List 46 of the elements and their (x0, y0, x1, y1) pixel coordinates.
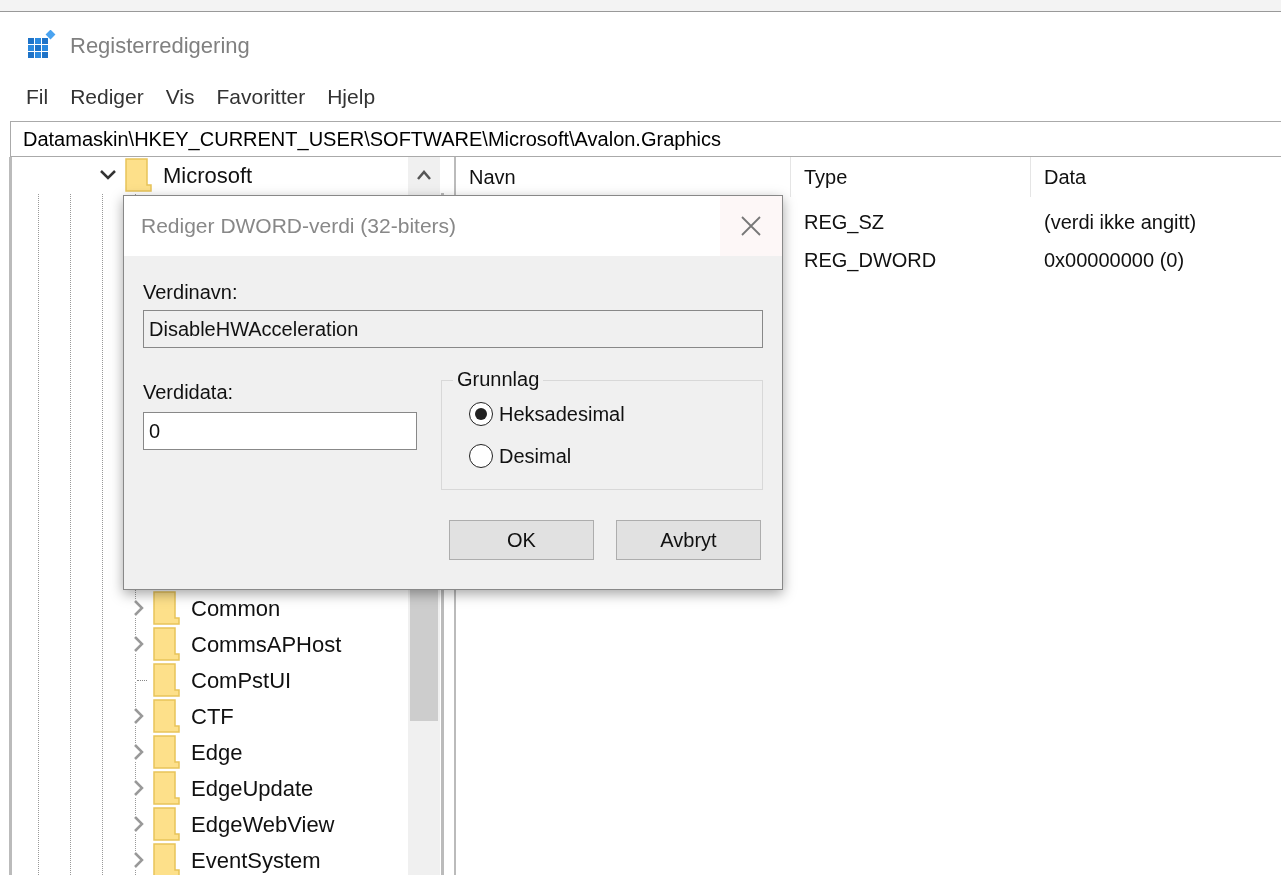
folder-icon (153, 591, 180, 625)
menu-item[interactable]: Rediger (60, 81, 154, 113)
chevron-right-icon[interactable] (133, 743, 145, 761)
tree-item[interactable]: Microsoft (163, 158, 253, 192)
dialog-title: Rediger DWORD-verdi (32-biters) (141, 213, 458, 240)
menu-item[interactable]: Vis (155, 81, 205, 113)
table-cell-text: REG_SZ (803, 210, 886, 236)
chevron-right-icon[interactable] (133, 635, 145, 653)
chevron-right-icon[interactable] (133, 851, 145, 869)
menu-item[interactable]: Favoritter (206, 81, 316, 113)
value-data-field[interactable]: 0 (143, 412, 417, 450)
registry-cubes-icon (26, 30, 56, 60)
field-label: Verdidata: (143, 380, 235, 405)
menu-item[interactable]: Hjelp (317, 81, 386, 113)
column-header[interactable]: Data (1031, 157, 1281, 197)
chevron-right-icon[interactable] (133, 815, 145, 833)
radio-label: Heksadesimal (499, 402, 625, 427)
column-header[interactable]: Type (791, 157, 1031, 197)
folder-icon (153, 699, 180, 733)
close-icon (740, 215, 762, 237)
address-bar[interactable]: Datamaskin\HKEY_CURRENT_USER\SOFTWARE\Microsoft\Avalon.Graphics (10, 121, 1281, 157)
close-button[interactable] (720, 196, 782, 256)
radio-button[interactable] (469, 444, 493, 468)
field-label: Verdinavn: (143, 280, 239, 305)
radio-button[interactable] (469, 402, 493, 426)
folder-icon (153, 735, 180, 769)
radio-label: Desimal (499, 444, 572, 469)
dialog-button[interactable]: Avbryt (616, 520, 761, 560)
folder-icon (153, 627, 180, 661)
chevron-right-icon[interactable] (133, 779, 145, 797)
chevron-down-icon[interactable] (99, 169, 117, 181)
chevron-right-icon[interactable] (133, 707, 145, 725)
dialog-button[interactable]: OK (449, 520, 594, 560)
value-name-field[interactable]: DisableHWAcceleration (143, 310, 763, 348)
menu-item[interactable]: Fil (16, 81, 59, 113)
table-cell-text: 0x00000000 (0) (1043, 248, 1185, 273)
table-cell-text: REG_DWORD (803, 248, 938, 274)
folder-icon (153, 807, 180, 841)
chevron-right-icon[interactable] (133, 599, 145, 617)
table-cell-text: (verdi ikke angitt) (1043, 210, 1197, 235)
folder-icon (153, 843, 180, 875)
scroll-up-icon[interactable] (416, 169, 432, 181)
folder-icon (153, 771, 180, 805)
folder-icon (125, 158, 152, 192)
folder-icon (153, 663, 180, 697)
window-title: Registerredigering (70, 31, 250, 60)
